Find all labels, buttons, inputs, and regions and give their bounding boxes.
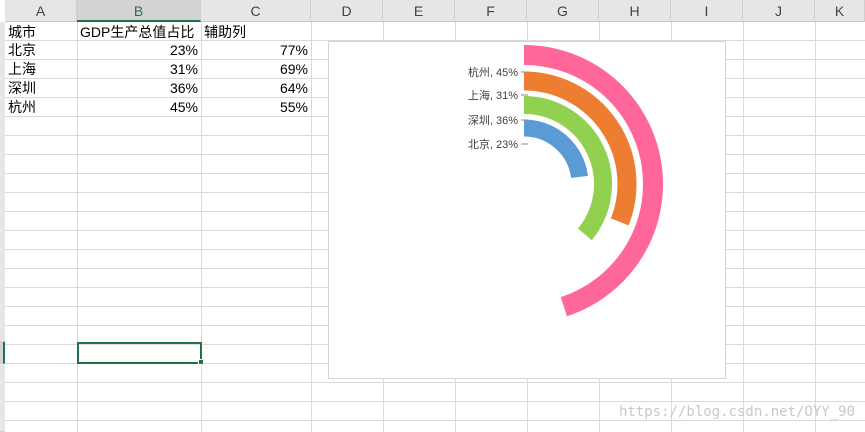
column-header-b[interactable]: B [77,0,201,22]
chart-plot-area: 北京, 23% 深圳, 36% 上海, 31% 杭州, 45% [468,45,663,317]
row-gridline [5,401,865,402]
data-label[interactable]: 杭州, 45% [468,65,518,79]
cell-city[interactable]: 北京 [5,40,77,61]
column-header-k[interactable]: K [815,0,865,22]
column-header-a[interactable]: A [5,0,77,22]
cell-city[interactable]: 上海 [5,59,77,80]
column-header-i[interactable]: I [671,0,743,22]
cell-helper[interactable]: 64% [201,78,311,99]
row-headers-lower[interactable] [0,364,5,432]
cell-gdp-share[interactable]: 31% [77,59,201,80]
column-header-j[interactable]: J [743,0,815,22]
column-header-d[interactable]: D [311,0,383,22]
row-header-selected[interactable] [0,342,5,364]
row-gridline [5,382,865,383]
column-gridline [311,22,312,432]
active-cell-cursor[interactable] [77,342,202,364]
cell-gdp-share[interactable]: 23% [77,40,201,61]
data-label[interactable]: 深圳, 36% [468,114,518,127]
concentric-ring-chart[interactable]: 北京, 23% 深圳, 36% 上海, 31% 杭州, 45% [328,41,726,379]
cell-helper[interactable]: 77% [201,40,311,61]
cell-gdp-share[interactable]: 36% [77,78,201,99]
cell-helper[interactable]: 55% [201,97,311,118]
column-header-h[interactable]: H [599,0,671,22]
data-label[interactable]: 北京, 23% [468,137,518,151]
column-header-c[interactable]: C [201,0,311,22]
column-gridline [743,22,744,432]
column-gridline [815,22,816,432]
cell-city[interactable]: 杭州 [5,97,77,118]
cell-city[interactable]: 深圳 [5,78,77,99]
cell-gdp-share[interactable]: 45% [77,97,201,118]
spreadsheet[interactable]: A B C D E F G H I J K 城市 GDP生产总值占比 辅助列 北… [0,0,865,432]
ring-arc-0[interactable] [523,119,588,179]
column-header-f[interactable]: F [455,0,527,22]
watermark-url: https://blog.csdn.net/OYY_90 [618,404,855,420]
data-label[interactable]: 上海, 31% [468,88,518,102]
cell-helper[interactable]: 69% [201,59,311,80]
column-header-e[interactable]: E [383,0,455,22]
column-header-g[interactable]: G [527,0,599,22]
fill-handle[interactable] [198,359,204,365]
row-gridline [5,420,865,421]
